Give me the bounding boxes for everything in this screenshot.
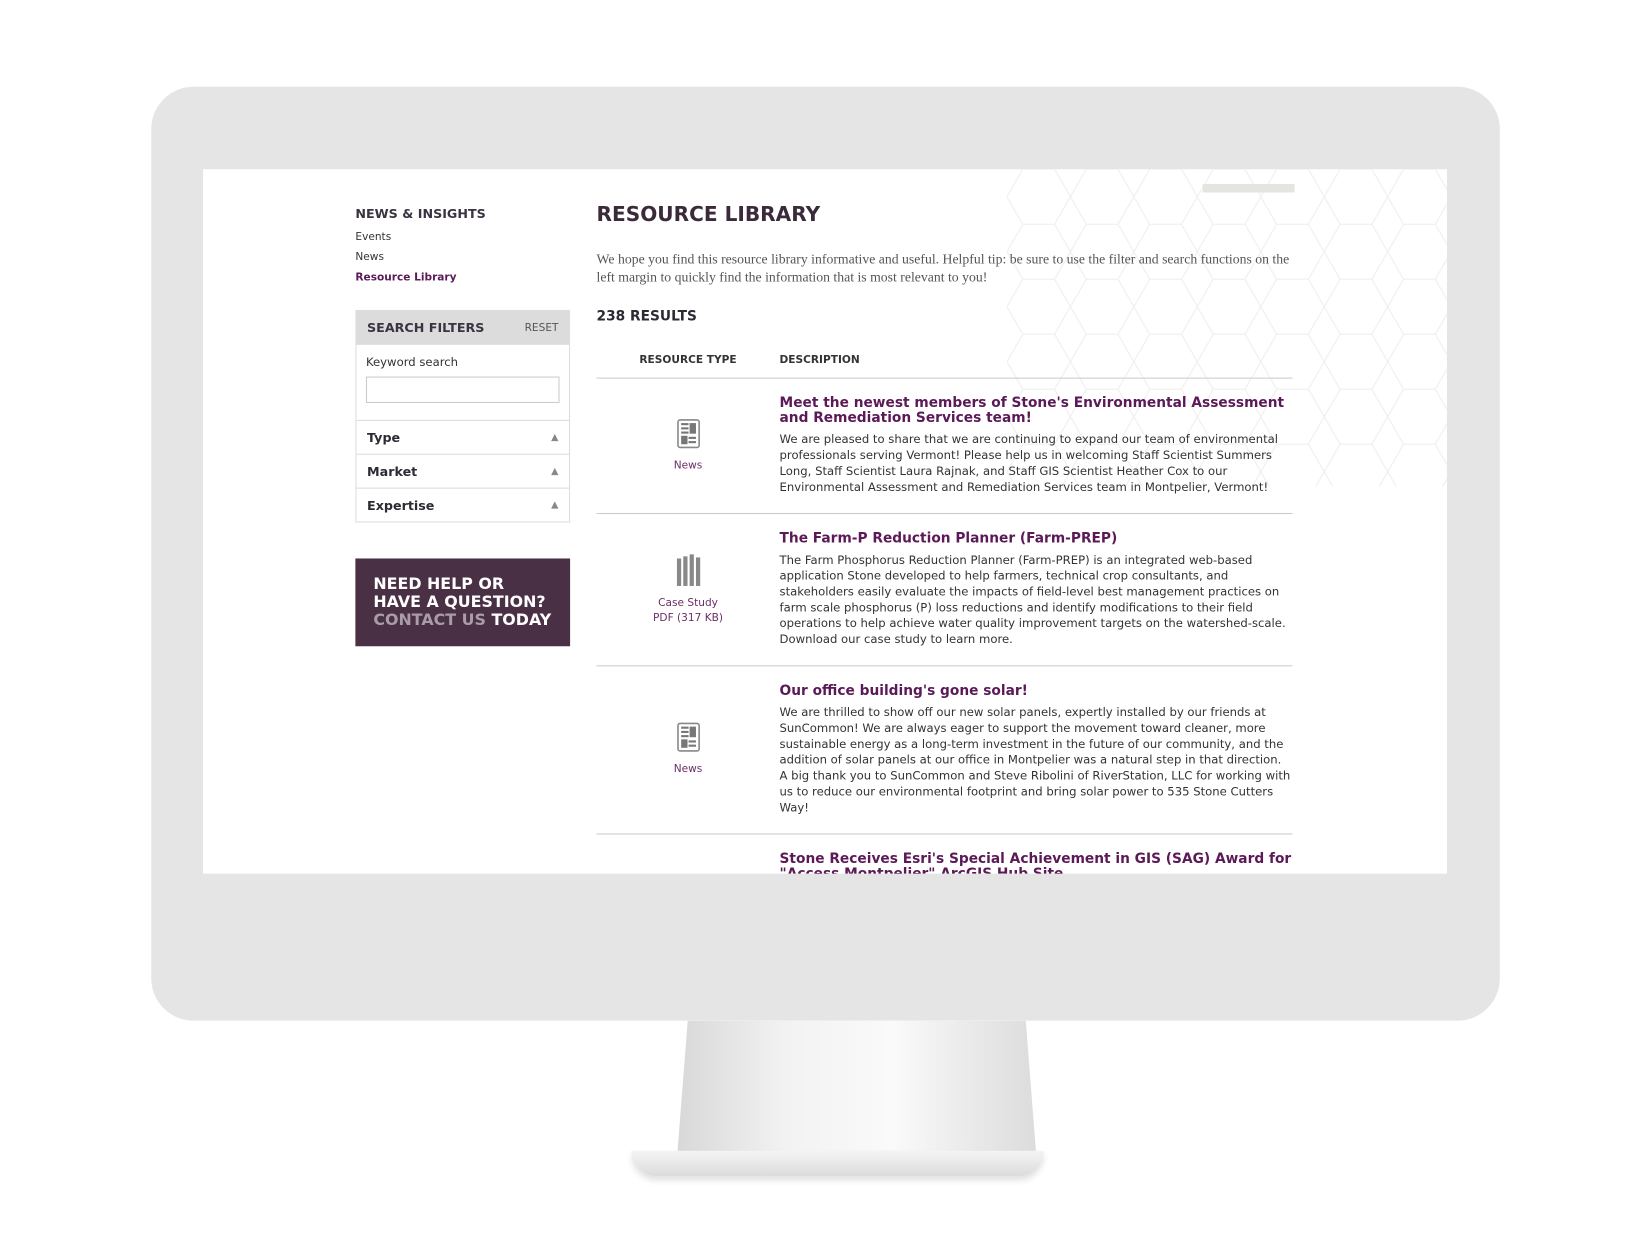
facet-expertise[interactable]: Expertise ▲ (356, 489, 569, 522)
resource-type[interactable]: News (674, 459, 703, 474)
result-description: We are thrilled to show off our new sola… (779, 705, 1291, 815)
main-content: RESOURCE LIBRARY We hope you find this r… (596, 203, 1293, 874)
intro-text: We hope you find this resource library i… (596, 250, 1290, 285)
resource-type[interactable]: News (674, 763, 703, 778)
table-row: News Our office building's gone solar! We… (596, 666, 1293, 835)
result-description: The Farm Phosphorus Reduction Planner (F… (779, 553, 1286, 647)
result-title[interactable]: The Farm-P Reduction Planner (Farm-PREP) (780, 531, 1293, 547)
sidebar-link-events[interactable]: Events (355, 232, 570, 244)
facet-label: Market (367, 463, 418, 479)
contact-banner[interactable]: NEED HELP OR HAVE A QUESTION? CONTACT US… (355, 558, 571, 647)
column-description: DESCRIPTION (779, 354, 860, 366)
search-filters: SEARCH FILTERS RESET Keyword search Type ▲… (355, 309, 571, 523)
result-title[interactable]: Meet the newest members of Stone's Envir… (780, 396, 1293, 427)
result-title[interactable]: Stone Receives Esri's Special Achievemen… (780, 852, 1293, 874)
facet-label: Type (367, 429, 401, 445)
help-today: TODAY (491, 610, 552, 630)
result-description: We are pleased to share that we are cont… (779, 432, 1279, 494)
keyword-label: Keyword search (365, 355, 459, 370)
newspaper-icon (676, 722, 700, 752)
column-resource-type: RESOURCE TYPE (639, 354, 737, 366)
sidebar-link-resource-library[interactable]: Resource Library (355, 272, 570, 284)
table-row: News Meet the newest members of Stone's … (596, 379, 1293, 515)
table-header: RESOURCE TYPE DESCRIPTION (596, 354, 1293, 379)
sidebar: NEWS & INSIGHTS Events News Resource Lib… (355, 206, 571, 647)
contact-us-link[interactable]: CONTACT US (373, 610, 486, 629)
resource-type[interactable]: Case Study (658, 596, 718, 611)
reset-button[interactable]: RESET (525, 322, 559, 334)
result-title[interactable]: Our office building's gone solar! (780, 684, 1293, 699)
file-size[interactable]: PDF (317 KB) (653, 611, 723, 626)
top-bar (1202, 184, 1295, 193)
newspaper-icon (676, 418, 700, 448)
table-row: Stone Receives Esri's Special Achievemen… (597, 835, 1293, 874)
facet-market[interactable]: Market ▲ (356, 455, 570, 489)
keyword-search-input[interactable] (365, 376, 560, 403)
sidebar-link-news[interactable]: News (355, 252, 570, 264)
screen: NEWS & INSIGHTS Events News Resource Lib… (203, 169, 1447, 874)
sidebar-heading: NEWS & INSIGHTS (355, 206, 486, 222)
facet-label: Expertise (367, 497, 435, 513)
triangle-up-icon: ▲ (551, 499, 559, 511)
page-title: RESOURCE LIBRARY (596, 203, 821, 227)
help-line1: NEED HELP OR (373, 574, 505, 594)
help-line2: HAVE A QUESTION? (373, 592, 546, 612)
table-row: Case Study PDF (317 KB) The Farm-P Reduct… (596, 514, 1293, 667)
facet-type[interactable]: Type ▲ (356, 421, 570, 455)
books-icon (676, 553, 700, 586)
triangle-up-icon: ▲ (551, 465, 559, 477)
triangle-up-icon: ▲ (551, 432, 559, 443)
monitor-base (631, 1150, 1044, 1177)
results-count: 238 RESULTS (596, 308, 697, 325)
filters-title: SEARCH FILTERS (367, 320, 485, 336)
